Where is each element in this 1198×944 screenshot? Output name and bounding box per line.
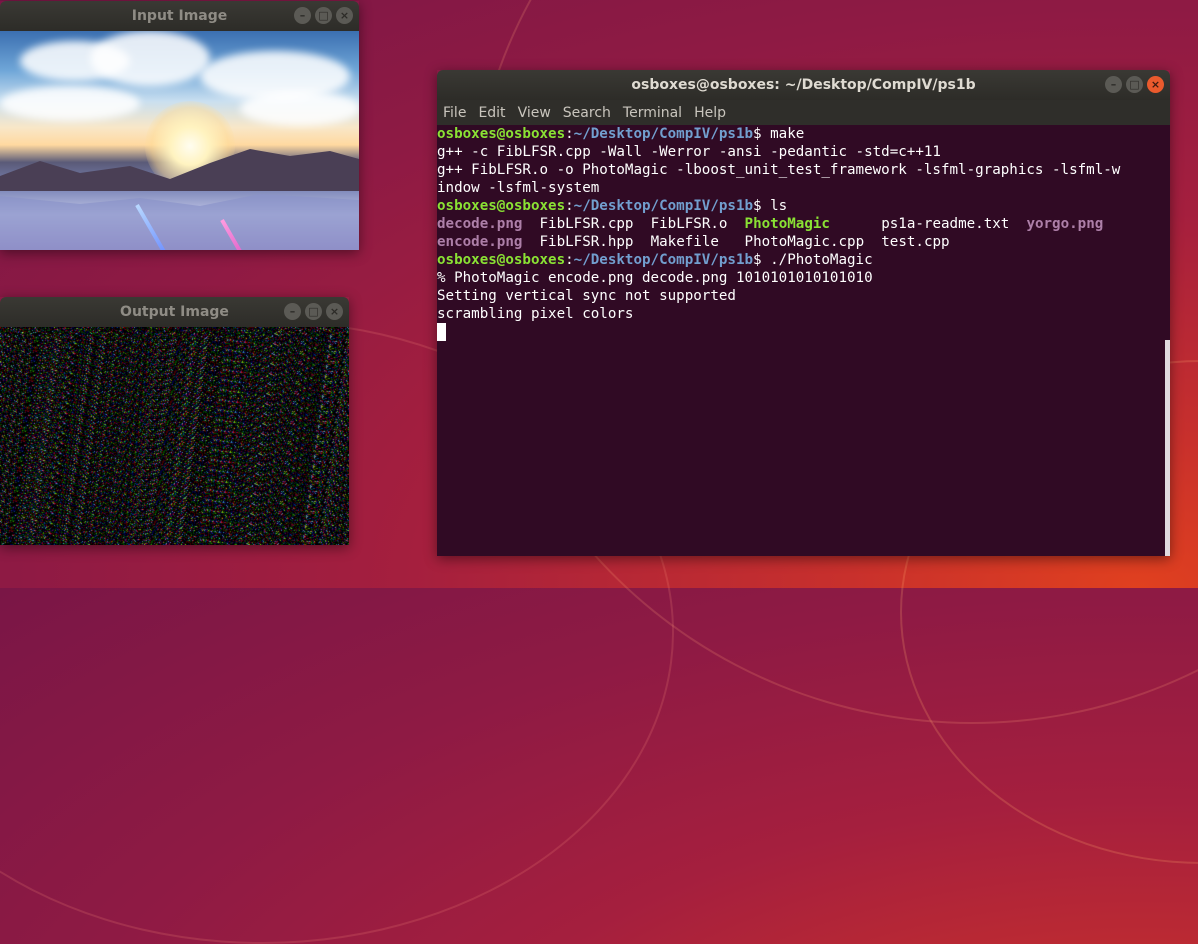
prompt-user: osboxes@osboxes bbox=[437, 198, 566, 214]
ls-file-entry: FibLFSR.o bbox=[650, 216, 728, 232]
ls-file-entry: FibLFSR.hpp bbox=[539, 234, 634, 250]
ls-file-entry: Makefile bbox=[650, 234, 719, 250]
output-line: % PhotoMagic encode.png decode.png 10101… bbox=[437, 270, 873, 286]
prompt-line: osboxes@osboxes:~/Desktop/CompIV/ps1b$ m… bbox=[437, 125, 1170, 143]
ls-file-entry: encode.png bbox=[437, 234, 523, 250]
menu-edit[interactable]: Edit bbox=[478, 105, 505, 121]
output-line: g++ -c FibLFSR.cpp -Wall -Werror -ansi -… bbox=[437, 144, 941, 160]
minimize-button[interactable]: – bbox=[294, 7, 311, 24]
minimize-button[interactable]: – bbox=[284, 303, 301, 320]
menu-terminal[interactable]: Terminal bbox=[623, 105, 682, 121]
minimize-button[interactable]: – bbox=[1105, 76, 1122, 93]
close-button[interactable]: × bbox=[326, 303, 343, 320]
command-text: make bbox=[770, 126, 805, 142]
prompt-end: $ bbox=[753, 252, 771, 268]
prompt-user: osboxes@osboxes bbox=[437, 252, 566, 268]
window-title: Input Image bbox=[131, 8, 228, 24]
output-line: scrambling pixel colors bbox=[437, 306, 634, 322]
close-button[interactable]: × bbox=[336, 7, 353, 24]
menu-file[interactable]: File bbox=[443, 105, 466, 121]
prompt-end: $ bbox=[753, 198, 771, 214]
terminal-titlebar[interactable]: osboxes@osboxes: ~/Desktop/CompIV/ps1b –… bbox=[437, 70, 1170, 100]
input-image-window[interactable]: Input Image – □ × bbox=[0, 1, 359, 250]
terminal-window[interactable]: osboxes@osboxes: ~/Desktop/CompIV/ps1b –… bbox=[437, 70, 1170, 556]
output-line: g++ FibLFSR.o -o PhotoMagic -lboost_unit… bbox=[437, 162, 1121, 178]
window-title: Output Image bbox=[120, 304, 229, 320]
ls-file-entry: FibLFSR.cpp bbox=[539, 216, 634, 232]
maximize-button[interactable]: □ bbox=[315, 7, 332, 24]
maximize-button[interactable]: □ bbox=[1126, 76, 1143, 93]
prompt-end: $ bbox=[753, 126, 771, 142]
ls-output-row: encode.png FibLFSR.hpp Makefile PhotoMag… bbox=[437, 233, 1170, 251]
output-image-window[interactable]: Output Image – □ × bbox=[0, 297, 349, 545]
ls-file-entry: ps1a-readme.txt bbox=[881, 216, 1010, 232]
prompt-separator: : bbox=[565, 126, 574, 142]
prompt-separator: : bbox=[565, 252, 574, 268]
maximize-button[interactable]: □ bbox=[305, 303, 322, 320]
terminal-menubar: File Edit View Search Terminal Help bbox=[437, 100, 1170, 125]
terminal-title: osboxes@osboxes: ~/Desktop/CompIV/ps1b bbox=[631, 77, 976, 93]
menu-help[interactable]: Help bbox=[694, 105, 726, 121]
prompt-separator: : bbox=[565, 198, 574, 214]
ls-output-row: decode.png FibLFSR.cpp FibLFSR.o PhotoMa… bbox=[437, 215, 1170, 233]
prompt-line: osboxes@osboxes:~/Desktop/CompIV/ps1b$ .… bbox=[437, 251, 1170, 269]
prompt-user: osboxes@osboxes bbox=[437, 126, 566, 142]
menu-view[interactable]: View bbox=[518, 105, 551, 121]
ls-file-entry: yorgo.png bbox=[1026, 216, 1104, 232]
cursor-line bbox=[437, 323, 1170, 341]
prompt-path: ~/Desktop/CompIV/ps1b bbox=[573, 252, 754, 268]
ls-file-entry: decode.png bbox=[437, 216, 523, 232]
output-line: Setting vertical sync not supported bbox=[437, 288, 736, 304]
prompt-path: ~/Desktop/CompIV/ps1b bbox=[573, 126, 754, 142]
text-cursor bbox=[437, 323, 446, 341]
ls-file-entry: test.cpp bbox=[881, 234, 950, 250]
scrollbar-thumb[interactable] bbox=[1165, 340, 1170, 556]
menu-search[interactable]: Search bbox=[563, 105, 611, 121]
input-image-titlebar[interactable]: Input Image – □ × bbox=[0, 1, 359, 31]
close-button[interactable]: × bbox=[1147, 76, 1164, 93]
prompt-line: osboxes@osboxes:~/Desktop/CompIV/ps1b$ l… bbox=[437, 197, 1170, 215]
ls-file-entry: PhotoMagic.cpp bbox=[744, 234, 865, 250]
output-line: indow -lsfml-system bbox=[437, 180, 600, 196]
output-image-titlebar[interactable]: Output Image – □ × bbox=[0, 297, 349, 327]
prompt-path: ~/Desktop/CompIV/ps1b bbox=[573, 198, 754, 214]
ls-file-entry: PhotoMagic bbox=[744, 216, 830, 232]
command-text: ./PhotoMagic bbox=[770, 252, 873, 268]
terminal-output[interactable]: osboxes@osboxes:~/Desktop/CompIV/ps1b$ m… bbox=[437, 125, 1170, 556]
scrollbar[interactable] bbox=[1165, 125, 1170, 556]
command-text: ls bbox=[770, 198, 788, 214]
output-image-noise bbox=[0, 327, 349, 545]
input-image bbox=[0, 31, 359, 250]
